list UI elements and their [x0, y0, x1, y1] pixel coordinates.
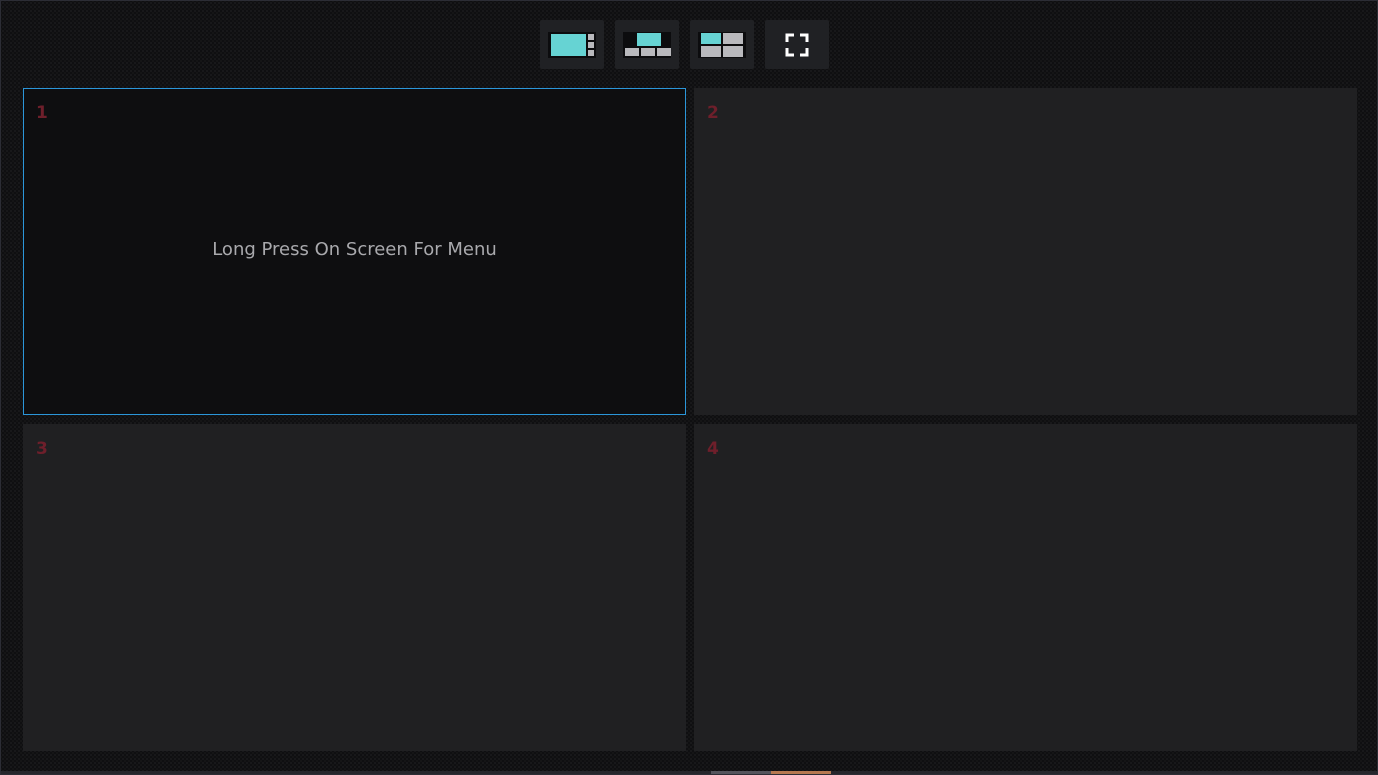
layout-main-side-icon — [548, 31, 596, 58]
layout-toolbar — [540, 20, 829, 69]
pane-number: 3 — [36, 439, 48, 459]
layout-quad-icon — [698, 31, 746, 58]
fullscreen-button[interactable] — [765, 20, 829, 69]
video-pane-4[interactable]: 4 — [694, 424, 1357, 751]
layout-top-bottom-button[interactable] — [615, 20, 679, 69]
pane-number: 4 — [707, 439, 719, 459]
fullscreen-icon — [785, 33, 809, 56]
layout-top-bottom-icon — [623, 31, 671, 58]
video-grid-app: 1 Long Press On Screen For Menu 2 3 4 — [0, 0, 1378, 775]
bottom-strip-segment-highlight — [771, 771, 831, 774]
video-grid: 1 Long Press On Screen For Menu 2 3 4 — [23, 88, 1357, 752]
bottom-strip — [1, 771, 1377, 774]
pane-number: 1 — [36, 103, 48, 123]
pane-number: 2 — [707, 103, 719, 123]
video-pane-1[interactable]: 1 Long Press On Screen For Menu — [23, 88, 686, 415]
layout-quad-button[interactable] — [690, 20, 754, 69]
menu-hint: Long Press On Screen For Menu — [212, 239, 497, 260]
video-pane-3[interactable]: 3 — [23, 424, 686, 751]
layout-main-side-button[interactable] — [540, 20, 604, 69]
bottom-strip-segment — [711, 771, 771, 774]
video-pane-2[interactable]: 2 — [694, 88, 1357, 415]
